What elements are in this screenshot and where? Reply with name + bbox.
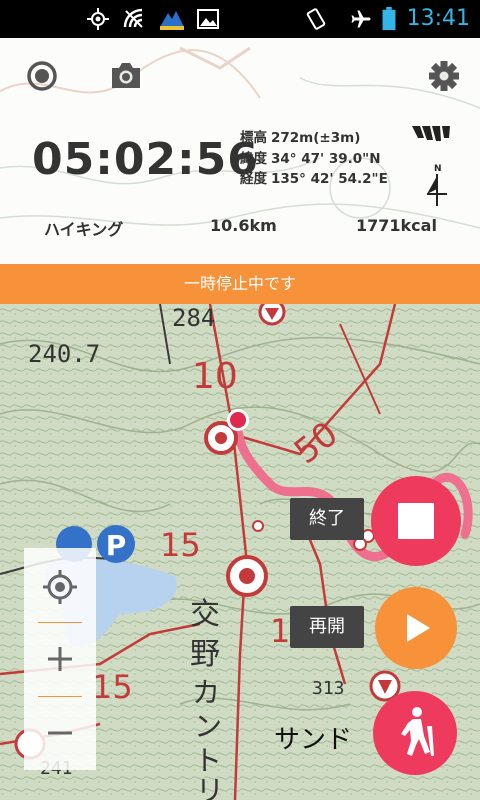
gps-signal-icon xyxy=(412,126,450,141)
altitude-label: 標高 xyxy=(240,130,267,146)
parking-map-icon: P xyxy=(106,529,127,562)
map-label-n: ン xyxy=(194,710,222,743)
zoom-out-button[interactable] xyxy=(24,698,96,768)
camera-button[interactable] xyxy=(106,56,146,96)
compass-icon: N xyxy=(427,164,447,206)
map-label-10: 10 xyxy=(192,356,238,397)
airplane-mode-icon xyxy=(351,10,371,28)
info-panel: 05:02:56 標高 272m(±3m) 緯度 34° 47' 39.0"N 経度… xyxy=(0,38,480,264)
map-label-elev-240: 240.7 xyxy=(28,340,100,368)
battery-icon xyxy=(382,7,396,31)
altitude-value: 272m(±3m) xyxy=(271,130,361,146)
elapsed-timer: 05:02:56 xyxy=(32,134,259,185)
calories-value: 1771kcal xyxy=(356,216,437,235)
zoom-in-button[interactable] xyxy=(24,624,96,694)
distance-value: 10.6km xyxy=(210,216,277,235)
gps-icon xyxy=(87,8,109,30)
latitude-row: 緯度 34° 47' 39.0"N xyxy=(240,149,388,170)
image-icon xyxy=(197,9,219,29)
map-label-15b: 15 xyxy=(92,668,133,706)
no-signal-icon xyxy=(123,8,143,28)
activity-mode-button[interactable] xyxy=(372,690,458,776)
map-label-sand: サンド xyxy=(274,725,352,755)
map-label-1: 1 xyxy=(270,612,290,650)
activity-type: ハイキング xyxy=(44,220,124,239)
altitude-row: 標高 272m(±3m) xyxy=(240,128,388,149)
compass-north-label: N xyxy=(434,164,442,174)
latitude-label: 緯度 xyxy=(240,150,267,167)
resume-tooltip[interactable]: 再開 xyxy=(290,606,364,648)
resume-play-button[interactable] xyxy=(374,586,458,670)
stop-button[interactable] xyxy=(370,475,462,567)
longitude-label: 経度 xyxy=(240,171,267,187)
my-location-button[interactable] xyxy=(24,552,96,622)
paused-banner: 一時停止中です xyxy=(0,264,480,304)
latitude-value: 34° 47' 39.0"N xyxy=(271,150,381,167)
status-time: 13:41 xyxy=(406,6,470,31)
map-label-no: 野 xyxy=(190,637,220,672)
map-label-ka: カ xyxy=(192,676,220,709)
controls-divider xyxy=(38,696,82,697)
map-controls xyxy=(24,548,96,770)
map-label-15a: 15 xyxy=(160,526,201,564)
map-label-313: 313 xyxy=(312,678,345,699)
map-label-to: ト xyxy=(194,744,222,777)
end-tooltip[interactable]: 終了 xyxy=(290,498,364,540)
location-readout: 標高 272m(±3m) 緯度 34° 47' 39.0"N 経度 135° 42' … xyxy=(240,128,388,190)
controls-divider xyxy=(38,622,82,623)
map-label-ri: リ xyxy=(196,774,224,800)
status-bar: 13:41 xyxy=(0,0,480,38)
longitude-row: 経度 135° 42' 54.2"E xyxy=(240,169,388,190)
rotate-icon xyxy=(306,8,326,30)
gps-record-button[interactable] xyxy=(22,56,62,96)
longitude-value: 135° 42' 54.2"E xyxy=(271,171,388,187)
map-label-kou: 交 xyxy=(190,597,220,632)
app-icon xyxy=(160,11,184,30)
settings-gear-icon[interactable] xyxy=(424,56,464,96)
map-label-elev-284: 284 xyxy=(172,304,215,332)
